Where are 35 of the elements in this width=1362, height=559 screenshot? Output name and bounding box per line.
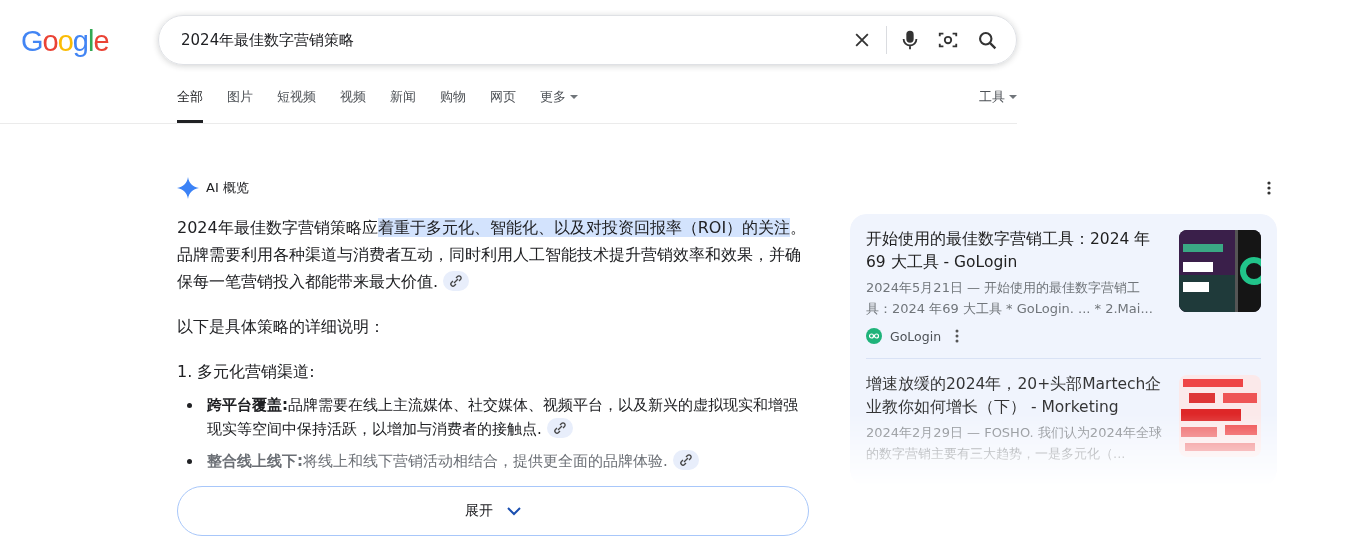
result-title-link[interactable]: 开始使用的最佳数字营销工具：2024 年 69 大工具 - GoLogin — [866, 228, 1165, 274]
bullet-text: 跨平台覆盖:品牌需要在线上主流媒体、社交媒体、视频平台，以及新兴的虚拟现实和增强现实等空间中保持活跃，以增加与消费者的接触点. — [207, 395, 799, 440]
chevron-down-icon — [507, 506, 521, 516]
tab[interactable]: 全部 — [177, 70, 203, 123]
result-snippet: 2024年5月21日 — 开始使用的最佳数字营销工具：2024 年69 大工具 * GoLogin. ... * 2.Mai... — [866, 279, 1154, 318]
site-favicon-icon — [866, 328, 882, 344]
ai-overview-title: AI 概览 — [206, 179, 249, 197]
site-name[interactable]: GoLogin — [890, 328, 942, 344]
sparkle-icon — [176, 176, 200, 200]
tab[interactable]: 新闻 — [390, 70, 416, 123]
search-icon[interactable] — [977, 29, 998, 51]
expand-button[interactable]: 展开 — [177, 486, 809, 536]
search-bar[interactable]: 2024年最佳数字营销策略 — [158, 15, 1017, 65]
more-options-icon[interactable] — [955, 329, 960, 343]
bullet-icon — [187, 403, 192, 408]
result-title-link[interactable]: 增速放缓的2024年，20+头部Martech企业教你如何增长（下） - Morketing — [866, 373, 1165, 419]
tab[interactable]: 购物 — [440, 70, 466, 123]
more-menu[interactable]: 更多 — [540, 70, 578, 123]
section-heading: 1. 多元化营销渠道: — [177, 361, 316, 383]
link-icon[interactable] — [546, 418, 573, 438]
tab[interactable]: 视频 — [340, 70, 366, 123]
tab[interactable]: 图片 — [227, 70, 253, 123]
tab[interactable]: 网页 — [490, 70, 516, 123]
link-icon[interactable] — [443, 271, 470, 291]
more-options-icon[interactable] — [1267, 181, 1271, 195]
google-logo[interactable]: Google — [21, 24, 137, 58]
search-field[interactable]: 2024年最佳数字营销策略 — [179, 30, 834, 50]
tab[interactable]: 短视频 — [277, 70, 316, 123]
summary-paragraph: 2024年最佳数字营销策略应着重于多元化、智能化、以及对投资回报率（ROI）的关注。品牌需要利用各种渠道与消费者互动，同时利用人工智能技术提升营销效率和效果，并确保每一笔营销投入都能带来最大价值. — [177, 217, 808, 293]
link-icon[interactable] — [672, 450, 699, 470]
microphone-icon[interactable] — [901, 29, 919, 51]
paragraph: 以下是具体策略的详细说明： — [177, 316, 386, 338]
bullet-icon — [187, 459, 192, 464]
tools-menu[interactable]: 工具 — [979, 87, 1017, 106]
bullet-text: 整合线上线下:将线上和线下营销活动相结合，提供更全面的品牌体验. — [207, 449, 699, 473]
